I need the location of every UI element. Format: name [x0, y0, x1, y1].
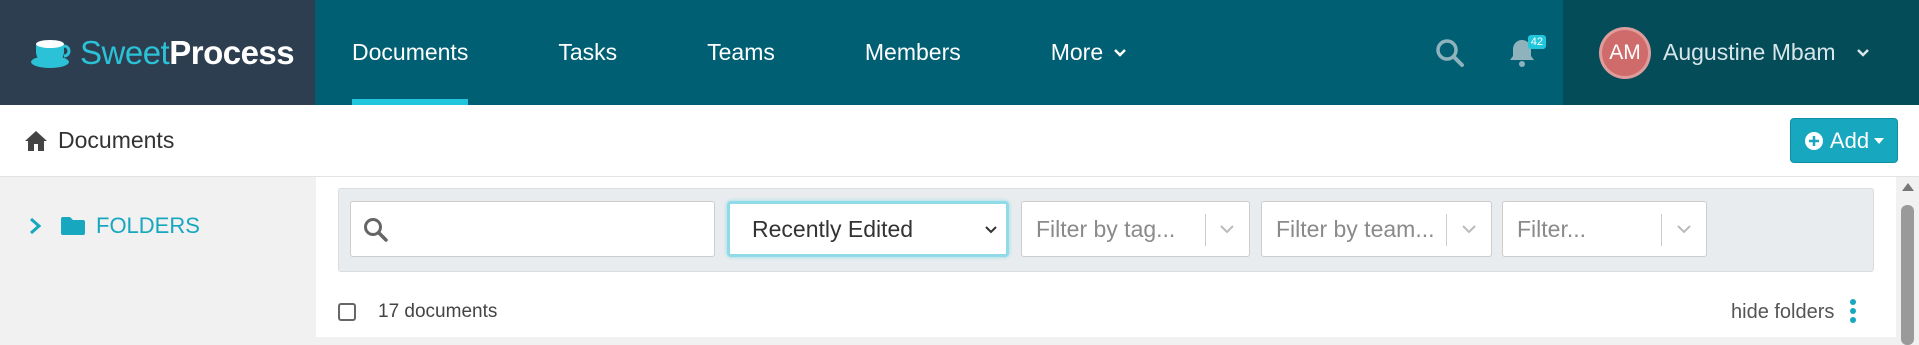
brand-logo[interactable]: SweetProcess: [0, 0, 315, 105]
chevron-down-icon: [1220, 225, 1234, 234]
more-options-icon[interactable]: [1848, 299, 1858, 327]
nav-item-documents[interactable]: Documents: [352, 0, 469, 105]
documents-panel: Recently Edited Filter by tag... Filter …: [316, 177, 1896, 337]
brand-name-process: Process: [169, 33, 295, 71]
chevron-down-icon: [1677, 225, 1691, 234]
other-filter-placeholder: Filter...: [1517, 215, 1587, 242]
nav-item-label: Members: [864, 39, 961, 65]
divider: [1446, 214, 1447, 246]
search-field[interactable]: [350, 201, 715, 257]
plus-circle-icon: [1804, 131, 1823, 150]
team-filter[interactable]: Filter by team...: [1261, 201, 1492, 257]
page-title: Documents: [58, 127, 175, 153]
notification-count-badge: 42: [1527, 34, 1546, 49]
folders-label: FOLDERS: [96, 213, 200, 238]
search-input[interactable]: [399, 210, 704, 248]
avatar: AM: [1599, 26, 1651, 79]
folder-icon: [61, 217, 85, 235]
documents-list-header: 17 documents hide folders: [338, 292, 1878, 332]
nav-item-tasks[interactable]: Tasks: [558, 0, 617, 105]
divider: [1661, 214, 1662, 246]
folders-toggle[interactable]: FOLDERS: [28, 213, 200, 239]
filter-bar: Recently Edited Filter by tag... Filter …: [338, 188, 1874, 272]
coffee-cup-logo-icon: [31, 39, 71, 68]
chevron-right-icon: [30, 217, 42, 235]
nav-item-label: Documents: [352, 39, 469, 65]
breadcrumb[interactable]: Documents: [24, 127, 174, 154]
brand-name: SweetProcess: [80, 33, 295, 72]
nav-item-label: More: [1050, 39, 1104, 65]
sidebar: FOLDERS: [0, 177, 316, 337]
home-icon: [25, 130, 47, 151]
search-icon: [364, 218, 388, 242]
chevron-down-icon: [1856, 48, 1869, 57]
nav-item-more[interactable]: More: [1051, 0, 1127, 105]
nav-item-members[interactable]: Members: [865, 0, 961, 105]
scroll-thumb[interactable]: [1901, 205, 1914, 345]
chevron-down-icon: [1114, 48, 1127, 57]
divider: [1205, 214, 1206, 246]
user-menu[interactable]: AM Augustine Mbam: [1563, 0, 1919, 105]
team-filter-placeholder: Filter by team...: [1276, 215, 1435, 242]
brand-name-sweet: Sweet: [80, 33, 170, 71]
add-button[interactable]: Add: [1790, 118, 1898, 163]
main-nav: Documents Tasks Teams Members More: [315, 0, 1217, 105]
tag-filter-placeholder: Filter by tag...: [1036, 215, 1176, 242]
search-button[interactable]: [1430, 33, 1470, 73]
caret-down-icon: [1874, 137, 1885, 144]
document-count: 17 documents: [378, 301, 498, 322]
tag-filter[interactable]: Filter by tag...: [1021, 201, 1250, 257]
chevron-down-icon: [1462, 225, 1476, 234]
select-all-checkbox[interactable]: [338, 303, 356, 321]
top-navbar: SweetProcess Documents Tasks Teams Membe…: [0, 0, 1919, 105]
sort-select-value: Recently Edited: [752, 215, 914, 242]
scroll-up-arrow-icon[interactable]: [1902, 183, 1914, 191]
user-name: Augustine Mbam: [1663, 39, 1836, 65]
search-icon: [1436, 38, 1464, 67]
add-button-label: Add: [1829, 127, 1870, 153]
nav-icons: 42: [1430, 0, 1574, 105]
notifications-button[interactable]: 42: [1502, 33, 1546, 73]
nav-item-label: Tasks: [558, 39, 618, 65]
hide-folders-link[interactable]: hide folders: [1731, 301, 1834, 324]
page-header: Documents Add: [0, 105, 1919, 177]
scrollbar[interactable]: [1896, 177, 1919, 345]
nav-item-teams[interactable]: Teams: [707, 0, 775, 105]
chevron-down-icon: [985, 226, 997, 234]
nav-item-label: Teams: [707, 39, 775, 65]
other-filter[interactable]: Filter...: [1502, 201, 1707, 257]
sort-select[interactable]: Recently Edited: [727, 201, 1009, 257]
